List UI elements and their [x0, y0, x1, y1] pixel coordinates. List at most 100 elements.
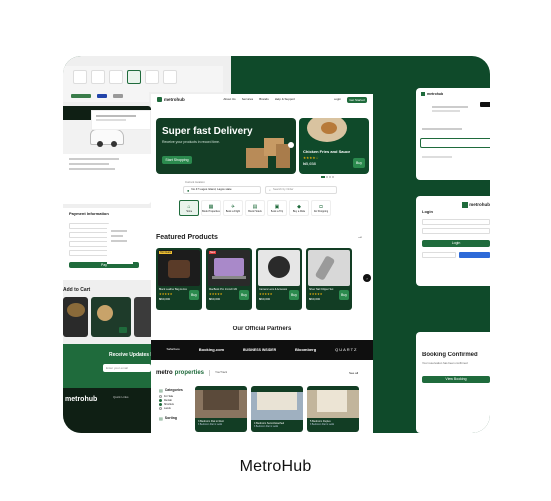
property-meta: 3 Bedroom Flat in Lekki [198, 424, 223, 426]
password-field[interactable] [422, 227, 490, 234]
next-arrow-icon[interactable]: › [363, 274, 371, 282]
google-button[interactable] [422, 251, 456, 258]
nav-link-services[interactable]: Services [242, 98, 254, 102]
location-field[interactable]: ● No 47 Lagos Island, Lagos state [183, 186, 261, 194]
radio-icon[interactable] [159, 395, 162, 398]
email-field[interactable] [422, 218, 490, 225]
login-link[interactable]: Login [334, 98, 341, 102]
footer-logo-text: metro [65, 396, 85, 403]
category-chip-ride[interactable]: ◆ Buy a Ride [289, 200, 309, 216]
product-price: ₦60,000 [209, 298, 221, 301]
product-image [208, 250, 250, 286]
property-card[interactable]: 5 Bedroom Duplex 3 Bedroom Flat in Lekki [307, 386, 359, 432]
mockup-card: Payment Information Pay Add to Cart Rece… [63, 56, 490, 433]
category-chip-flight[interactable]: ✈ Book a Flight [223, 200, 243, 216]
category-strip-preview [63, 66, 223, 92]
hero-prev-icon[interactable] [288, 142, 294, 148]
address-panel: metrohub [416, 88, 490, 180]
footer-section: metro hub Quick Links [63, 388, 153, 433]
product-card[interactable]: New MacBook Pro 14-inch M2 Chip ★★★★★ ₦6… [206, 248, 252, 310]
category-chip-trip[interactable]: ▣ Book a Trip [267, 200, 287, 216]
facebook-button[interactable] [458, 251, 490, 258]
location-value: No 47 Lagos Island, Lagos state [191, 188, 232, 192]
cart-item-image [63, 297, 88, 337]
featured-title: Featured Products [156, 234, 218, 241]
property-meta: 3 Bedroom Flat in Lekki [254, 426, 279, 428]
nav-link-help[interactable]: Help & Support [275, 98, 295, 102]
partner-logo [113, 94, 123, 98]
product-card[interactable]: Hot Deals Black Leather Bag & Accessorie… [156, 248, 202, 310]
see-all-link[interactable]: See all [349, 372, 358, 376]
property-card[interactable]: 4 Bedroom Semi-Detached 3 Bedroom Flat i… [251, 386, 303, 432]
side-card-buy-button[interactable]: Buy [353, 158, 365, 168]
search-field[interactable]: ⌕ Search by Order [265, 186, 337, 194]
rating-stars: ★★★★★ [259, 292, 273, 296]
radio-icon[interactable] [159, 407, 162, 410]
login-panel: metrohub Login Login [416, 196, 490, 286]
nav-link-about[interactable]: About Us [223, 98, 235, 102]
product-price: ₦60,000 [309, 298, 321, 301]
product-price: ₦60,000 [159, 298, 171, 301]
property-card[interactable]: 3 Bedroom Flat to Rent 3 Bedroom Flat in… [195, 386, 247, 432]
rating-stars: ★★★★★ [309, 292, 323, 296]
login-title: Login [422, 210, 433, 214]
footer-column-title: Quick Links [113, 396, 129, 399]
product-buy-button[interactable]: Buy [239, 290, 249, 300]
product-name: Camera Lens & Accessories [259, 288, 287, 291]
product-price: ₦60,000 [259, 298, 271, 301]
view-booking-button[interactable]: View Booking [422, 375, 490, 383]
properties-brand: metro [156, 370, 173, 376]
partner-logo: BUSINESS INSIDER [243, 347, 277, 352]
metrohub-logo-icon [157, 97, 162, 103]
search-icon: ⌕ [269, 188, 271, 192]
category-chip-shopping[interactable]: ◘ Do Shopping [311, 200, 331, 216]
partner-logo: Booking.com [198, 347, 225, 352]
featured-arrow-icon[interactable]: → [357, 234, 363, 241]
property-image [251, 392, 303, 420]
radio-icon[interactable] [159, 399, 162, 402]
rating-stars: ★★★★★ [209, 292, 223, 296]
logo-text: metrohub [164, 97, 185, 103]
category-chip-home[interactable]: ⌂ Home [179, 200, 199, 216]
get-started-button[interactable]: Get Started [346, 97, 367, 103]
metrohub-logo-icon [421, 92, 425, 97]
filter-icon: ▤ [159, 388, 163, 393]
radio-icon[interactable] [159, 403, 162, 406]
nav-link-brands[interactable]: Brands [259, 98, 269, 102]
add-to-cart-title: Add to Cart [63, 287, 91, 293]
product-image [258, 250, 300, 286]
property-meta: 3 Bedroom Flat in Lekki [310, 424, 335, 426]
partner-logo: Bloomberg [295, 347, 317, 352]
hero-boxes-image [246, 128, 290, 168]
product-card[interactable]: Silver Nail Clipper Set ★★★★★ ₦60,000 Bu… [306, 248, 352, 310]
partner-logo: QUARTZ [335, 347, 358, 352]
product-name: Silver Nail Clipper Set [309, 288, 334, 291]
product-card[interactable]: Camera Lens & Accessories ★★★★★ ₦60,000 … [256, 248, 302, 310]
product-buy-button[interactable]: Buy [339, 290, 349, 300]
left-logos-strip [63, 92, 149, 102]
product-buy-button[interactable]: Buy [289, 290, 299, 300]
partner-logo [97, 94, 107, 98]
side-card-title: Chicken Fries and Sauce [303, 150, 351, 154]
product-badge: Hot Deals [159, 251, 172, 254]
product-name: MacBook Pro 14-inch M2 Chip [209, 288, 237, 291]
chip-icon [127, 70, 141, 84]
chip-icon [145, 70, 159, 84]
location-label: Current location [185, 181, 205, 184]
product-name: Black Leather Bag & Accessories [159, 288, 187, 291]
property-image [195, 390, 247, 418]
start-shopping-button[interactable]: Start Shopping [162, 156, 192, 164]
van-image [90, 129, 124, 147]
category-chip-properties[interactable]: ▦ Book Properties [201, 200, 221, 216]
category-chip-hotels[interactable]: ▤ Book Hotels [245, 200, 265, 216]
newsletter-input[interactable]: Enter your email [103, 364, 151, 372]
payment-info-title: Payment Information [69, 212, 109, 216]
metrohub-logo-icon [462, 202, 469, 208]
food-detail [321, 122, 337, 134]
hero-banner: Super fast Delivery Receive your product… [156, 118, 296, 174]
partners-strip: Safariloos Booking.com BUSINESS INSIDER … [151, 340, 373, 360]
sort-icon: ▤ [159, 416, 163, 421]
product-buy-button[interactable]: Buy [189, 290, 199, 300]
property-image [307, 390, 359, 418]
login-button[interactable]: Login [422, 239, 490, 247]
